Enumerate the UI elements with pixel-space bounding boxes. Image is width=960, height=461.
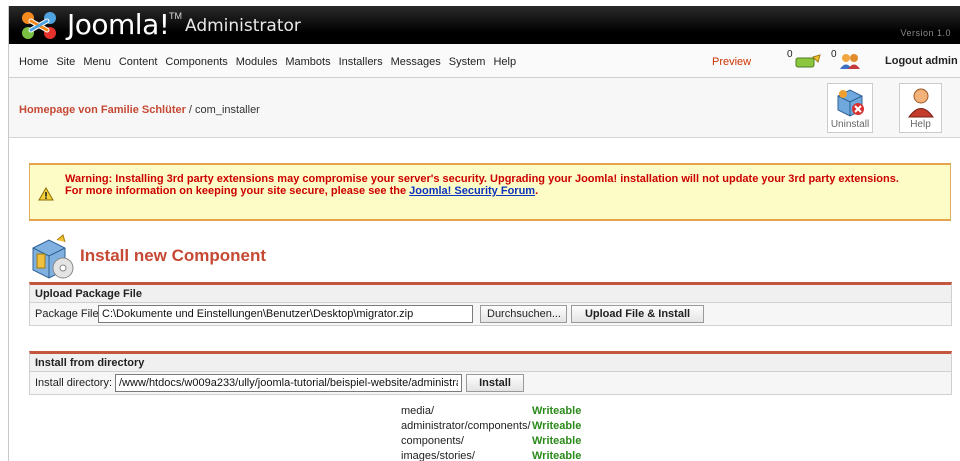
package-file-label: Package File:	[35, 308, 102, 320]
folder-name: components/	[401, 435, 464, 447]
online-users-count: 0	[831, 49, 837, 60]
menu-item-menu[interactable]: Menu	[83, 56, 111, 68]
help-label: Help	[910, 119, 931, 130]
security-forum-link[interactable]: Joomla! Security Forum	[409, 185, 535, 197]
menu-item-site[interactable]: Site	[56, 56, 75, 68]
help-button[interactable]: Help	[899, 83, 942, 133]
logo-text: Joomla!	[67, 8, 170, 41]
upload-section-heading: Upload Package File	[29, 282, 952, 303]
menu-item-home[interactable]: Home	[19, 56, 48, 68]
folder-permissions-list: media/ Writeable administrator/component…	[401, 405, 601, 461]
folder-status: Writeable	[532, 420, 582, 432]
package-file-input[interactable]	[98, 305, 473, 323]
directory-row: Install directory: Install	[29, 372, 952, 395]
uninstall-button[interactable]: Uninstall	[827, 83, 873, 133]
install-directory-button[interactable]: Install	[466, 374, 524, 392]
folder-name: media/	[401, 405, 435, 417]
menu-item-components[interactable]: Components	[165, 56, 227, 68]
warning-text: Warning: Installing 3rd party extensions…	[65, 173, 945, 197]
warning-line-1: Warning: Installing 3rd party extensions…	[65, 173, 899, 185]
admin-frame: Joomla! TM Administrator Version 1.0 Hom…	[8, 6, 960, 461]
folder-row: administrator/components/ Writeable	[401, 420, 601, 435]
install-directory-section: Install from directory Install directory…	[29, 351, 952, 395]
uninstall-label: Uninstall	[830, 119, 870, 130]
menu-item-system[interactable]: System	[449, 56, 486, 68]
folder-status: Writeable	[532, 405, 582, 417]
folder-row: images/stories/ Writeable	[401, 450, 601, 461]
folder-status: Writeable	[532, 450, 582, 461]
uninstall-icon	[837, 89, 864, 117]
folder-name: administrator/components/	[401, 420, 531, 432]
main-menubar: Home Site Menu Content Components Module…	[9, 44, 960, 78]
install-directory-input[interactable]	[115, 374, 462, 392]
logo-trademark: TM	[169, 11, 182, 21]
menu-item-installers[interactable]: Installers	[339, 56, 383, 68]
warning-line-2-suffix: .	[535, 185, 539, 197]
help-person-icon	[907, 88, 934, 118]
folder-row: components/ Writeable	[401, 435, 601, 450]
folder-row: media/ Writeable	[401, 405, 601, 420]
preview-link[interactable]: Preview	[712, 56, 751, 68]
version-label: Version 1.0	[900, 28, 951, 38]
menu-item-mambots[interactable]: Mambots	[285, 56, 330, 68]
install-package-icon	[32, 234, 74, 279]
logout-link[interactable]: Logout admin	[885, 55, 958, 67]
menu-list: Home Site Menu Content Components Module…	[19, 56, 524, 68]
users-icon[interactable]	[839, 53, 861, 69]
browse-button[interactable]: Durchsuchen...	[480, 305, 567, 323]
breadcrumb-separator: /	[185, 104, 196, 116]
administrator-title: Administrator	[185, 16, 301, 36]
security-warning-box: Warning: Installing 3rd party extensions…	[29, 163, 951, 221]
folder-name: images/stories/	[401, 450, 475, 461]
menu-item-modules[interactable]: Modules	[236, 56, 278, 68]
upload-package-section: Upload Package File Package File: Durchs…	[29, 282, 952, 326]
directory-section-heading: Install from directory	[29, 351, 952, 372]
header-bar: Joomla! TM Administrator Version 1.0	[9, 6, 960, 44]
upload-row: Package File: Durchsuchen... Upload File…	[29, 303, 952, 326]
menu-item-content[interactable]: Content	[119, 56, 158, 68]
page-title: Install new Component	[80, 246, 267, 265]
messages-count: 0	[787, 49, 793, 60]
install-directory-label: Install directory:	[35, 377, 113, 389]
menu-item-messages[interactable]: Messages	[391, 56, 441, 68]
folder-status: Writeable	[532, 435, 582, 447]
warning-line-2: For more information on keeping your sit…	[65, 185, 945, 197]
warning-line-2-prefix: For more information on keeping your sit…	[65, 185, 410, 197]
joomla-logo-icon	[22, 12, 56, 39]
breadcrumb-page: com_installer	[195, 104, 260, 116]
toolbar: Homepage von Familie Schlüter / com_inst…	[9, 78, 960, 138]
warning-triangle-icon	[38, 187, 54, 201]
upload-install-button[interactable]: Upload File & Install	[571, 305, 704, 323]
breadcrumb: Homepage von Familie Schlüter / com_inst…	[19, 104, 260, 116]
breadcrumb-site[interactable]: Homepage von Familie Schlüter	[19, 104, 186, 116]
menu-item-help[interactable]: Help	[493, 56, 516, 68]
messages-icon[interactable]	[795, 54, 821, 68]
